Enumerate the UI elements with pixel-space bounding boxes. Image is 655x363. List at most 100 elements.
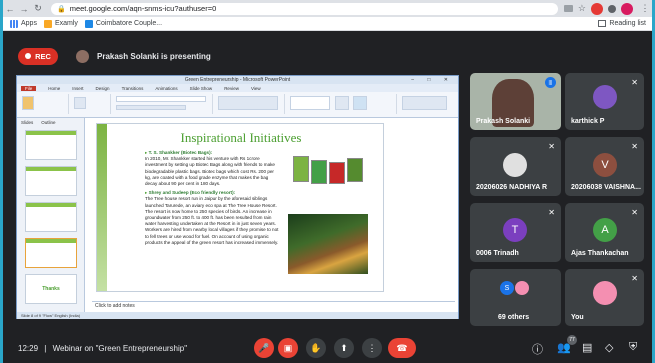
address-bar[interactable]: 🔒 meet.google.com/aqn-snms-icu?authuser=… <box>51 2 558 15</box>
shapes-gallery <box>290 96 330 110</box>
slide-thumbnail <box>25 202 77 232</box>
participant-tile-vaishna[interactable]: ✕ V 20206038 VAISHNA... <box>565 137 644 196</box>
profile-avatar[interactable] <box>621 2 633 15</box>
paste-icon <box>22 96 34 110</box>
leave-call-button[interactable]: ☎ <box>388 338 416 358</box>
slide-thumbnail-thanks: Thanks <box>25 274 77 304</box>
bookmark-coimbatore[interactable]: Coimbatore Couple... <box>84 19 162 28</box>
ppt-tab-view: View <box>250 85 261 91</box>
meeting-controls-bar: 12:29 | Webinar on "Green Entrepreneursh… <box>3 334 652 363</box>
record-dot-icon <box>25 53 32 59</box>
raise-hand-button[interactable]: ✋ <box>306 338 326 358</box>
avatar-initial: S <box>500 281 514 295</box>
meeting-info: 12:29 | Webinar on "Green Entrepreneursh… <box>18 344 188 353</box>
bookmark-examly[interactable]: Examly <box>43 19 78 28</box>
extension-icon[interactable] <box>591 2 603 15</box>
ribbon-group-font <box>113 94 213 114</box>
font-box <box>116 96 206 102</box>
ppt-title-bar: Green Entrepreneurship - Microsoft Power… <box>17 76 458 84</box>
lock-icon: 🔒 <box>57 5 66 13</box>
bullet-heading-biotec: T. S. Shankker (Biotec Bags): <box>148 150 213 155</box>
avatar-initial: A <box>593 218 617 242</box>
bag-image <box>293 156 309 182</box>
ppt-ribbon-tabs: File Home Insert Design Transitions Anim… <box>17 84 458 92</box>
ppt-tab-slideshow: Slide Show <box>189 85 213 91</box>
mic-off-button[interactable]: 🎤 <box>254 338 274 358</box>
avatar-initial: T <box>503 218 527 242</box>
participant-tile-nadhiya[interactable]: ✕ 20206026 NADHIYA R <box>470 137 561 196</box>
puzzle-icon[interactable] <box>608 4 616 13</box>
panel-tab-slides: Slides <box>21 119 34 125</box>
mic-off-icon: ✕ <box>631 78 638 87</box>
ppt-tab-file: File <box>21 85 37 91</box>
avatar <box>593 281 617 305</box>
back-icon[interactable]: ← <box>3 4 17 14</box>
ribbon-group-clipboard <box>19 94 69 114</box>
slide-thumbnail <box>25 166 77 196</box>
camera-icon[interactable] <box>563 5 573 12</box>
presenter-avatar <box>76 49 89 63</box>
avatar <box>593 85 617 109</box>
ribbon-group-paragraph <box>215 94 285 114</box>
participant-tile-karthick[interactable]: ✕ karthick P <box>565 73 644 130</box>
avatar <box>503 153 527 177</box>
speaking-indicator-icon: ||| <box>545 77 556 88</box>
host-controls-icon[interactable]: ⛨ <box>629 341 637 354</box>
ppt-tab-animations: Animations <box>155 85 178 91</box>
editing-icons <box>402 96 447 110</box>
info-icon[interactable]: ⓘ <box>532 341 543 357</box>
resort-photo <box>288 214 368 274</box>
quick-styles-icon <box>353 96 367 110</box>
participant-tile-trinadh[interactable]: ✕ T 0006 Trinadh <box>470 203 561 262</box>
ribbon-group-drawing <box>287 94 397 114</box>
bag-image <box>311 160 327 184</box>
star-icon[interactable]: ☆ <box>578 3 586 14</box>
ribbon-group-editing <box>399 94 454 114</box>
activities-icon[interactable]: ◇ <box>605 341 613 354</box>
new-slide-icon <box>74 97 86 109</box>
mic-off-icon: ✕ <box>548 208 555 217</box>
panel-tab-outline: Outline <box>41 119 56 125</box>
forward-icon[interactable]: → <box>17 4 31 14</box>
participant-tile-others[interactable]: S 69 others <box>470 269 561 326</box>
participant-tile-ajas[interactable]: ✕ A Ajas Thankachan <box>565 203 644 262</box>
paragraph-icons <box>218 96 278 110</box>
url-text: meet.google.com/aqn-snms-icu?authuser=0 <box>69 4 217 13</box>
chat-icon[interactable]: ▤ <box>582 341 592 354</box>
browser-toolbar: ← → ↻ 🔒 meet.google.com/aqn-snms-icu?aut… <box>3 0 652 17</box>
participant-tile-you[interactable]: ✕ You <box>565 269 644 326</box>
reload-icon[interactable]: ↻ <box>31 3 45 14</box>
menu-icon[interactable]: ⋮ <box>638 3 652 14</box>
current-slide: Inspirational Initiatives ▸ T. S. Shankk… <box>96 123 384 292</box>
participant-tile-prakash[interactable]: ||| Prakash Solanki <box>470 73 561 130</box>
present-button[interactable]: ⬆ <box>334 338 354 358</box>
examly-icon <box>43 19 52 28</box>
ppt-tab-transitions: Transitions <box>121 85 144 91</box>
avatar-initial: V <box>593 153 617 177</box>
font-format-icons <box>116 105 186 110</box>
apps-grid-icon <box>10 19 18 28</box>
ppt-ribbon <box>17 92 458 118</box>
notes-pane: Click to add notes <box>92 301 455 310</box>
avatar <box>515 281 529 295</box>
more-options-button[interactable]: ⋮ <box>362 338 382 358</box>
ppt-tab-design: Design <box>95 85 110 91</box>
reading-list-button[interactable]: Reading list <box>598 20 646 27</box>
shared-screen-powerpoint: Green Entrepreneurship - Microsoft Power… <box>16 75 459 319</box>
mic-off-icon: ✕ <box>548 142 555 151</box>
meeting-time: 12:29 <box>18 344 39 353</box>
ribbon-group-slides <box>71 94 111 114</box>
mic-off-icon: ✕ <box>631 142 638 151</box>
bookmark-apps[interactable]: Apps <box>10 19 37 28</box>
slide-thumbnail <box>25 130 77 160</box>
window-controls-icon: – □ ✕ <box>411 77 454 83</box>
meeting-title: Webinar on "Green Entrepreneurship" <box>52 344 188 353</box>
bookmark-site-icon <box>84 19 93 28</box>
screen: ← → ↻ 🔒 meet.google.com/aqn-snms-icu?aut… <box>3 0 652 363</box>
bullet-heading-resort: Shrey and Sudeep (Eco friendly resort): <box>148 190 236 196</box>
slide-title: Inspirational Initiatives <box>180 130 302 145</box>
presenting-bar: REC Prakash Solanki is presenting <box>3 44 652 68</box>
slides-panel: Slides Outline Thanks <box>17 118 85 313</box>
ppt-tab-home: Home <box>48 85 61 91</box>
camera-off-button[interactable]: ▣ <box>278 338 298 358</box>
